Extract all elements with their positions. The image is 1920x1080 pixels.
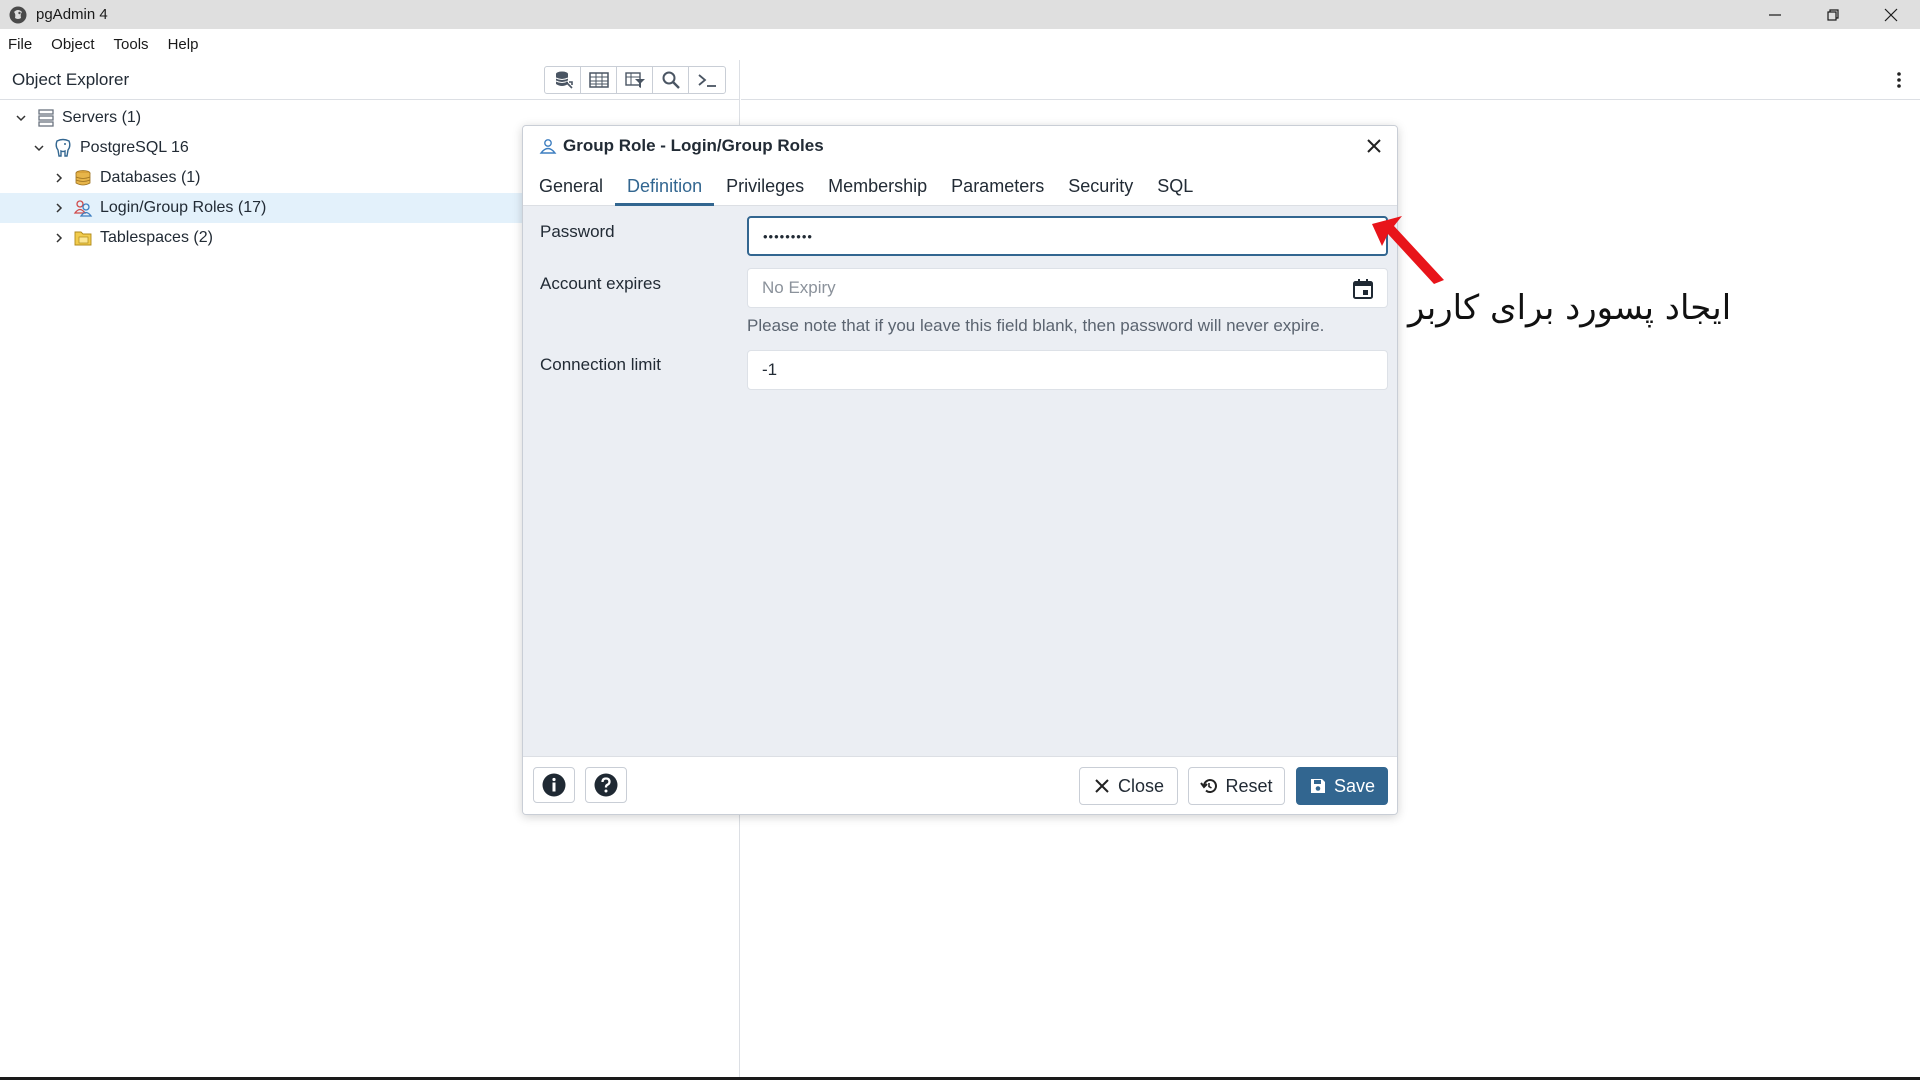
reset-button[interactable]: Reset	[1188, 767, 1285, 805]
restore-icon	[1827, 8, 1839, 21]
restore-button[interactable]	[1804, 0, 1862, 29]
postgres-elephant-icon	[55, 138, 71, 157]
tree-label: Tablespaces (2)	[100, 229, 213, 246]
red-arrow-icon	[1372, 216, 1444, 284]
info-button[interactable]	[533, 767, 575, 803]
search-icon	[662, 71, 680, 89]
servers-icon	[38, 109, 54, 127]
roles-icon	[73, 200, 93, 217]
object-explorer-toolbar	[544, 66, 726, 94]
databases-icon	[75, 170, 91, 186]
tablespaces-icon	[74, 231, 92, 246]
tab-definition[interactable]: Definition	[615, 166, 715, 206]
menu-bar: File Object Tools Help	[0, 29, 1920, 59]
minimize-button[interactable]	[1746, 0, 1804, 29]
close-icon	[1884, 8, 1898, 21]
password-field[interactable]: •••••••••	[747, 216, 1388, 256]
window-title: pgAdmin 4	[36, 6, 108, 23]
tab-general[interactable]: General	[527, 166, 615, 206]
connection-limit-value: -1	[762, 360, 778, 379]
tree-label: Login/Group Roles (17)	[100, 199, 267, 216]
window-close-button[interactable]	[1862, 0, 1920, 29]
account-expires-label: Account expires	[540, 274, 661, 293]
account-expires-field[interactable]: No Expiry	[747, 268, 1388, 308]
table-view-icon	[588, 72, 609, 88]
tab-membership[interactable]: Membership	[816, 166, 939, 206]
info-icon	[542, 773, 566, 797]
filtered-rows-icon	[624, 72, 645, 88]
query-tool-icon	[555, 71, 573, 89]
more-options-icon[interactable]	[1896, 70, 1902, 90]
role-icon	[539, 139, 557, 154]
tab-parameters[interactable]: Parameters	[939, 166, 1056, 206]
minimize-icon	[1769, 13, 1781, 16]
account-expires-help: Please note that if you leave this field…	[747, 316, 1325, 335]
chevron-right-icon[interactable]	[52, 171, 66, 185]
tree-label: PostgreSQL 16	[80, 139, 189, 156]
chevron-down-icon[interactable]	[32, 141, 46, 155]
chevron-right-icon[interactable]	[52, 231, 66, 245]
terminal-icon	[698, 74, 716, 87]
help-button[interactable]	[585, 767, 627, 803]
password-value: •••••••••	[763, 228, 813, 244]
account-expires-placeholder: No Expiry	[762, 278, 836, 297]
filtered-rows-button[interactable]	[617, 67, 653, 93]
group-role-dialog: Group Role - Login/Group Roles General D…	[522, 125, 1398, 815]
connection-limit-label: Connection limit	[540, 355, 661, 374]
close-button[interactable]: Close	[1079, 767, 1178, 805]
search-objects-button[interactable]	[653, 67, 689, 93]
dialog-footer: Close Reset Save	[523, 756, 1397, 814]
reset-button-label: Reset	[1225, 775, 1273, 796]
view-data-button[interactable]	[581, 67, 617, 93]
tree-label: Databases (1)	[100, 169, 201, 186]
password-label: Password	[540, 222, 615, 241]
menu-file[interactable]: File	[8, 36, 32, 53]
save-button-label: Save	[1333, 775, 1376, 796]
dialog-header: Group Role - Login/Group Roles	[523, 126, 1397, 166]
tab-privileges[interactable]: Privileges	[714, 166, 816, 206]
object-explorer-title: Object Explorer	[12, 69, 130, 89]
help-icon	[594, 773, 618, 797]
save-icon	[1310, 779, 1325, 793]
close-button-label: Close	[1117, 775, 1165, 796]
reset-icon	[1200, 779, 1218, 794]
close-icon	[1095, 779, 1109, 793]
psql-tool-button[interactable]	[689, 67, 725, 93]
save-button[interactable]: Save	[1296, 767, 1388, 805]
menu-object[interactable]: Object	[51, 36, 94, 53]
chevron-down-icon[interactable]	[14, 111, 28, 125]
dialog-tabs: General Definition Privileges Membership…	[523, 166, 1397, 206]
tab-security[interactable]: Security	[1056, 166, 1145, 206]
title-bar: pgAdmin 4	[0, 0, 1920, 29]
query-tool-button[interactable]	[545, 67, 581, 93]
chevron-right-icon[interactable]	[52, 201, 66, 215]
menu-tools[interactable]: Tools	[114, 36, 149, 53]
menu-help[interactable]: Help	[168, 36, 199, 53]
tab-sql[interactable]: SQL	[1145, 166, 1205, 206]
object-explorer-header: Object Explorer	[0, 60, 739, 100]
dialog-title: Group Role - Login/Group Roles	[563, 136, 824, 155]
pgadmin-logo-icon	[9, 6, 27, 23]
main-panel-header	[741, 60, 1920, 100]
annotation-text: ایجاد پسورد برای کاربر	[1408, 288, 1732, 328]
connection-limit-field[interactable]: -1	[747, 350, 1388, 390]
close-icon[interactable]	[1365, 137, 1383, 155]
tree-label: Servers (1)	[62, 109, 142, 126]
